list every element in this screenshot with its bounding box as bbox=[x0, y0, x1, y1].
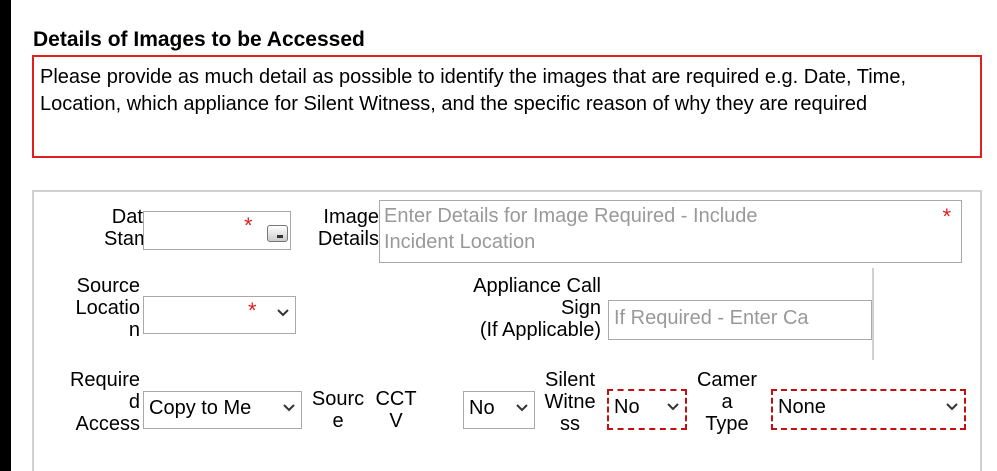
source-location-select[interactable]: * bbox=[143, 296, 296, 334]
section-title: Details of Images to be Accessed bbox=[33, 28, 365, 51]
chevron-down-icon bbox=[667, 403, 679, 411]
cctv-label: CCT V bbox=[375, 388, 417, 432]
source-cctv-select[interactable]: No bbox=[463, 391, 535, 429]
camera-type-select[interactable]: None bbox=[771, 389, 966, 430]
appliance-call-sign-label: Appliance Call Sign (If Applicable) bbox=[473, 275, 601, 341]
form-page: Details of Images to be Accessed Please … bbox=[7, 0, 997, 471]
silent-witness-select[interactable]: No bbox=[607, 389, 687, 430]
camera-type-label: Camer a Type bbox=[696, 369, 757, 435]
silent-witness-label: Silent Witne ss bbox=[544, 369, 596, 435]
chevron-down-icon bbox=[283, 404, 295, 412]
chevron-down-icon bbox=[946, 403, 958, 411]
chevron-down-icon bbox=[516, 404, 528, 412]
image-details-form: Date Stamp * Image Details Enter Details… bbox=[32, 190, 982, 471]
info-box: Please provide as much detail as possibl… bbox=[32, 55, 982, 158]
required-marker: * bbox=[942, 204, 951, 229]
required-marker: * bbox=[248, 298, 257, 323]
required-access-label: Require d Access bbox=[69, 369, 140, 435]
appliance-call-sign-input[interactable]: If Required - Enter Ca bbox=[608, 300, 872, 340]
calendar-icon[interactable] bbox=[267, 225, 288, 242]
required-access-select[interactable]: Copy to Me bbox=[143, 391, 302, 429]
column-divider bbox=[872, 268, 874, 360]
source-label: Sourc e bbox=[311, 388, 365, 432]
source-location-label: Source Locatio n bbox=[75, 275, 141, 341]
image-details-label: Image Details bbox=[317, 206, 379, 250]
chevron-down-icon bbox=[277, 309, 289, 317]
image-details-textarea[interactable]: Enter Details for Image Required - Inclu… bbox=[379, 200, 962, 263]
required-marker: * bbox=[244, 213, 253, 238]
